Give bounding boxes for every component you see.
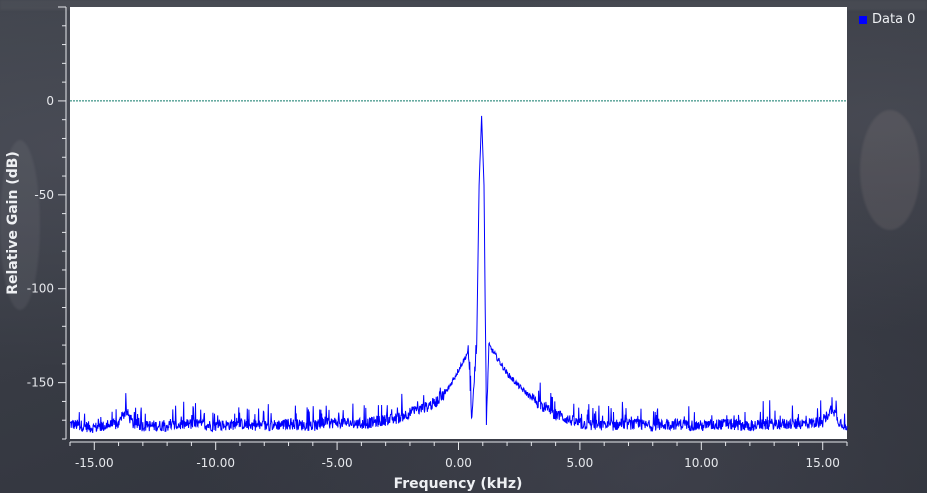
x-tick-label: 10.00 — [684, 456, 718, 470]
y-tick-label: -100 — [27, 282, 54, 296]
x-tick-label: -5.00 — [322, 456, 353, 470]
legend-label: Data 0 — [872, 12, 916, 27]
x-axis-label: Frequency (kHz) — [394, 476, 523, 492]
y-tick-label: -50 — [34, 188, 54, 202]
plot-area — [70, 7, 847, 439]
legend: Data 0 — [859, 12, 915, 27]
x-axis: -15.00 -10.00 -5.00 0.00 5.00 10.00 15.00 — [69, 441, 848, 470]
legend-swatch — [859, 15, 867, 24]
frequency-chart: 0 -50 -100 -150 -15.00 -10.00 -5.00 0.00 5.00 10… — [5, 6, 848, 492]
x-tick-label: 5.00 — [567, 456, 594, 470]
y-tick-label: -150 — [27, 376, 54, 390]
x-tick-label: -15.00 — [75, 456, 114, 470]
y-tick-label: 0 — [46, 94, 54, 108]
x-tick-label: 15.00 — [806, 456, 840, 470]
y-axis: 0 -50 -100 -150 — [27, 6, 67, 440]
x-tick-label: 0.00 — [445, 456, 472, 470]
x-tick-label: -10.00 — [196, 456, 235, 470]
y-axis-label: Relative Gain (dB) — [5, 151, 21, 295]
